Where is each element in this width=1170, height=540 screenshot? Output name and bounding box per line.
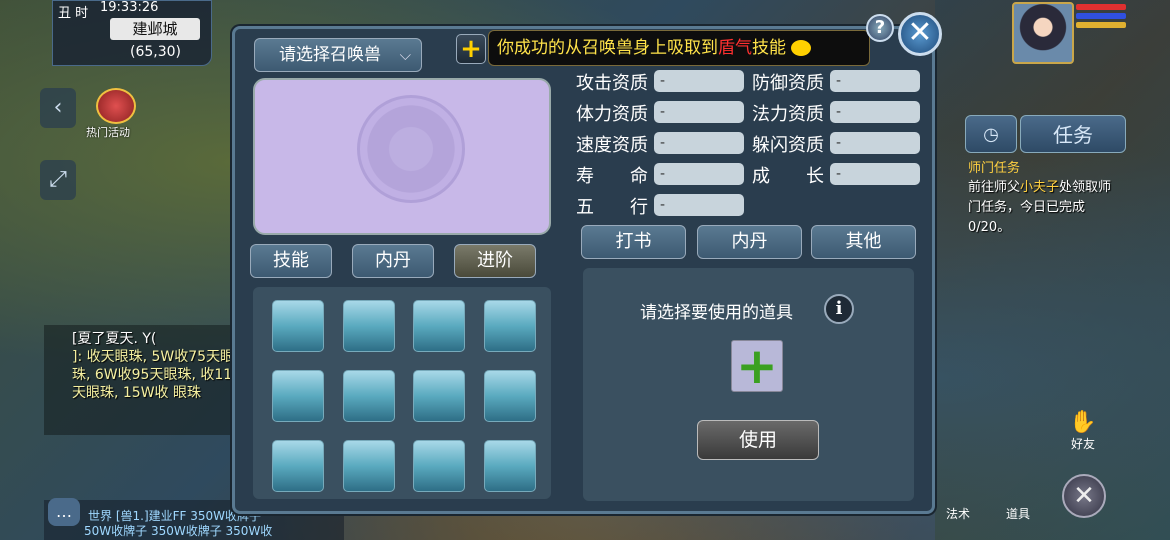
scene-clock: 19:33:26 — [100, 0, 159, 15]
lantern-icon[interactable] — [96, 88, 136, 124]
smiley-icon — [791, 40, 812, 56]
cloud-emblem-icon — [357, 95, 465, 203]
tab-advance[interactable]: 进阶 — [454, 244, 536, 278]
world-chat-line: 50W收牌子 350W收牌子 350W收 — [84, 524, 273, 538]
notice-suffix: 技能 — [752, 38, 786, 58]
learn-book-button[interactable]: 打书 — [581, 225, 686, 259]
skill-slot[interactable] — [343, 300, 395, 352]
stat-label-lifespan: 寿 命 — [576, 166, 648, 187]
stat-value-attack: - — [654, 70, 744, 92]
stat-label-element: 五 行 — [576, 197, 648, 218]
handshake-icon: ✋ — [1069, 410, 1097, 435]
skill-slot[interactable] — [272, 370, 324, 422]
chat-body: ]: 收天眼珠, 5W收75天眼珠, 6W收95天眼珠, 收115天眼珠, 15… — [72, 349, 242, 401]
quest-title[interactable]: 师门任务 — [968, 157, 1020, 176]
stat-label-hp: 体力资质 — [576, 104, 648, 125]
stat-value-hp: - — [654, 101, 744, 123]
map-coord: (65,30) — [130, 44, 182, 60]
tab-skill[interactable]: 技能 — [250, 244, 332, 278]
tab-inner-pill[interactable]: 内丹 — [352, 244, 434, 278]
status-bars — [1076, 4, 1126, 31]
stat-label-growth: 成 长 — [752, 166, 824, 187]
collapse-arrow-icon[interactable]: ‹ — [40, 88, 76, 128]
stat-value-defense: - — [830, 70, 920, 92]
chat-message: [夏了夏天. Y( ]: 收天眼珠, 5W收75天眼珠, 6W收95天眼珠, 收… — [72, 330, 242, 402]
stat-label-mana: 法力资质 — [752, 104, 824, 125]
skill-slot[interactable] — [343, 370, 395, 422]
other-button[interactable]: 其他 — [811, 225, 916, 259]
inner-pill-button[interactable]: 内丹 — [697, 225, 802, 259]
friend-button[interactable]: ✋ 好友 — [1062, 410, 1104, 452]
skill-slot[interactable] — [413, 370, 465, 422]
stat-label-attack: 攻击资质 — [576, 73, 648, 94]
stat-value-mana: - — [830, 101, 920, 123]
select-pet-label: 请选择召唤兽 — [279, 45, 381, 65]
notice-skill-name: 盾气 — [718, 38, 752, 58]
stat-label-speed: 速度资质 — [576, 135, 648, 156]
skill-slot[interactable] — [343, 440, 395, 492]
skill-slot[interactable] — [484, 440, 536, 492]
skill-slot[interactable] — [272, 300, 324, 352]
friend-label: 好友 — [1070, 437, 1095, 451]
select-pet-dropdown[interactable]: 请选择召唤兽 ⌵ — [254, 38, 422, 72]
task-button[interactable]: 任务 — [1020, 115, 1126, 153]
scene-shichen: 丑 时 — [58, 6, 89, 21]
add-item-plus-icon[interactable]: + — [731, 340, 783, 392]
use-button[interactable]: 使用 — [697, 420, 819, 460]
prop-button[interactable]: 道具 — [1006, 505, 1030, 522]
stat-value-speed: - — [654, 132, 744, 154]
stat-value-dodge: - — [830, 132, 920, 154]
skill-slot[interactable] — [484, 370, 536, 422]
quest-description[interactable]: 前往师父小夫子处领取师门任务，今日已完成0/20。 — [968, 178, 1113, 238]
chat-sender[interactable]: [夏了夏天. Y( — [72, 331, 156, 347]
expand-icon[interactable]: ⤢ — [40, 160, 76, 200]
schedule-clock-icon[interactable]: ◷ — [965, 115, 1017, 153]
stat-value-element: - — [654, 194, 744, 216]
player-avatar[interactable] — [1012, 2, 1074, 64]
notice-prefix: 你成功的从召唤兽身上吸取到 — [497, 38, 718, 58]
map-name[interactable]: 建邺城 — [110, 18, 200, 40]
chat-bubble-icon[interactable]: … — [48, 498, 80, 526]
chevron-down-icon: ⌵ — [399, 46, 411, 64]
stat-label-dodge: 躲闪资质 — [752, 135, 824, 156]
skill-slot[interactable] — [413, 440, 465, 492]
skill-slot[interactable] — [272, 440, 324, 492]
right-hud — [935, 0, 1170, 540]
skill-slot[interactable] — [413, 300, 465, 352]
stat-value-lifespan: - — [654, 163, 744, 185]
help-icon[interactable]: ? — [866, 14, 894, 42]
hot-activity-label[interactable]: 热门活动 — [86, 124, 130, 140]
quest-text-prefix: 前往师父 — [968, 180, 1021, 195]
info-icon[interactable]: i — [824, 294, 854, 324]
close-icon[interactable]: ✕ — [898, 12, 942, 56]
quest-npc[interactable]: 小夫子 — [1020, 180, 1059, 195]
skill-slot[interactable] — [484, 300, 536, 352]
skill-button[interactable]: 法术 — [946, 505, 970, 522]
plus-icon[interactable]: + — [456, 34, 486, 64]
use-prompt: 请选择要使用的道具 — [640, 303, 793, 323]
skill-absorb-notice: 你成功的从召唤兽身上吸取到盾气技能 — [488, 30, 870, 66]
close-menu-icon[interactable]: ✕ — [1062, 474, 1106, 518]
stat-label-defense: 防御资质 — [752, 73, 824, 94]
stat-value-growth: - — [830, 163, 920, 185]
